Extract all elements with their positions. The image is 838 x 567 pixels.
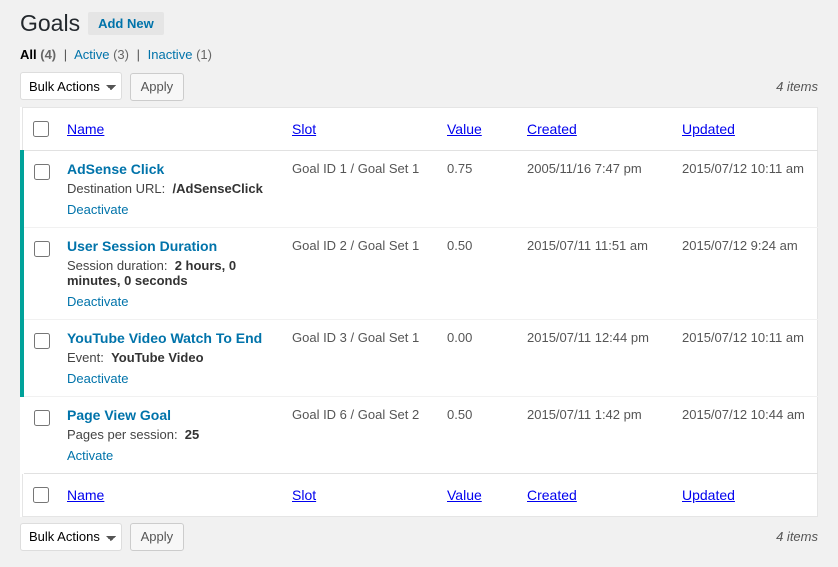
goal-value: 0.50 bbox=[439, 227, 519, 319]
goal-updated: 2015/07/12 9:24 am bbox=[674, 227, 818, 319]
row-checkbox[interactable] bbox=[34, 164, 50, 180]
page-title: Goals bbox=[20, 10, 80, 37]
row-checkbox[interactable] bbox=[34, 241, 50, 257]
goal-meta: Session duration: 2 hours, 0 minutes, 0 … bbox=[67, 258, 276, 288]
filter-active[interactable]: Active (3) bbox=[74, 47, 133, 62]
filter-all-label: All bbox=[20, 47, 37, 62]
items-count-bottom: 4 items bbox=[776, 529, 818, 544]
goal-slot: Goal ID 2 / Goal Set 1 bbox=[284, 227, 439, 319]
col-name[interactable]: Name bbox=[67, 121, 104, 137]
select-all-top[interactable] bbox=[33, 121, 49, 137]
goal-meta: Pages per session: 25 bbox=[67, 427, 276, 442]
apply-button-bottom[interactable]: Apply bbox=[130, 523, 185, 551]
tablenav-bottom: Bulk Actions Apply 4 items bbox=[20, 523, 818, 552]
goal-meta: Destination URL: /AdSenseClick bbox=[67, 181, 276, 196]
filter-all[interactable]: All (4) bbox=[20, 47, 60, 62]
items-count-top: 4 items bbox=[776, 79, 818, 94]
row-checkbox[interactable] bbox=[34, 410, 50, 426]
col-updated[interactable]: Updated bbox=[682, 121, 735, 137]
separator: | bbox=[60, 47, 71, 62]
goal-created: 2015/07/11 1:42 pm bbox=[519, 396, 674, 473]
col-created-foot[interactable]: Created bbox=[527, 487, 577, 503]
goal-slot: Goal ID 1 / Goal Set 1 bbox=[284, 150, 439, 227]
goal-meta: Event: YouTube Video bbox=[67, 350, 276, 365]
col-updated-foot[interactable]: Updated bbox=[682, 487, 735, 503]
filter-inactive-label: Inactive bbox=[148, 47, 193, 62]
goal-slot: Goal ID 6 / Goal Set 2 bbox=[284, 396, 439, 473]
table-row: Page View Goal Pages per session: 25 Activ… bbox=[22, 396, 818, 473]
bulk-actions-select-bottom[interactable]: Bulk Actions bbox=[20, 523, 122, 551]
goal-action-link[interactable]: Activate bbox=[67, 448, 113, 463]
apply-button-top[interactable]: Apply bbox=[130, 73, 185, 101]
goal-value: 0.75 bbox=[439, 150, 519, 227]
filter-active-label: Active bbox=[74, 47, 109, 62]
col-value[interactable]: Value bbox=[447, 121, 482, 137]
col-name-foot[interactable]: Name bbox=[67, 487, 104, 503]
goal-updated: 2015/07/12 10:44 am bbox=[674, 396, 818, 473]
goal-updated: 2015/07/12 10:11 am bbox=[674, 150, 818, 227]
table-row: AdSense Click Destination URL: /AdSenseCl… bbox=[22, 150, 818, 227]
separator: | bbox=[133, 47, 144, 62]
goal-title-link[interactable]: User Session Duration bbox=[67, 238, 217, 254]
select-all-bottom[interactable] bbox=[33, 487, 49, 503]
col-created[interactable]: Created bbox=[527, 121, 577, 137]
status-filter: All (4) | Active (3) | Inactive (1) bbox=[20, 47, 818, 62]
goal-value: 0.50 bbox=[439, 396, 519, 473]
tablenav-top: Bulk Actions Apply 4 items bbox=[20, 72, 818, 101]
goals-table: Name Slot Value Created Updated AdSense … bbox=[20, 107, 818, 517]
goal-title-link[interactable]: YouTube Video Watch To End bbox=[67, 330, 262, 346]
add-new-button[interactable]: Add New bbox=[88, 12, 164, 35]
goal-action-link[interactable]: Deactivate bbox=[67, 371, 128, 386]
table-row: YouTube Video Watch To End Event: YouTube… bbox=[22, 319, 818, 396]
row-checkbox[interactable] bbox=[34, 333, 50, 349]
goal-action-link[interactable]: Deactivate bbox=[67, 202, 128, 217]
filter-all-count: (4) bbox=[40, 47, 56, 62]
goal-slot: Goal ID 3 / Goal Set 1 bbox=[284, 319, 439, 396]
filter-inactive-count: (1) bbox=[196, 47, 212, 62]
filter-active-count: (3) bbox=[113, 47, 129, 62]
goal-created: 2015/07/11 12:44 pm bbox=[519, 319, 674, 396]
table-row: User Session Duration Session duration: 2… bbox=[22, 227, 818, 319]
goal-updated: 2015/07/12 10:11 am bbox=[674, 319, 818, 396]
goal-created: 2015/07/11 11:51 am bbox=[519, 227, 674, 319]
goal-created: 2005/11/16 7:47 pm bbox=[519, 150, 674, 227]
col-slot-foot[interactable]: Slot bbox=[292, 487, 316, 503]
bulk-actions-select-top[interactable]: Bulk Actions bbox=[20, 72, 122, 100]
goal-title-link[interactable]: Page View Goal bbox=[67, 407, 171, 423]
col-slot[interactable]: Slot bbox=[292, 121, 316, 137]
filter-inactive[interactable]: Inactive (1) bbox=[148, 47, 212, 62]
goal-title-link[interactable]: AdSense Click bbox=[67, 161, 164, 177]
goal-value: 0.00 bbox=[439, 319, 519, 396]
goal-action-link[interactable]: Deactivate bbox=[67, 294, 128, 309]
col-value-foot[interactable]: Value bbox=[447, 487, 482, 503]
